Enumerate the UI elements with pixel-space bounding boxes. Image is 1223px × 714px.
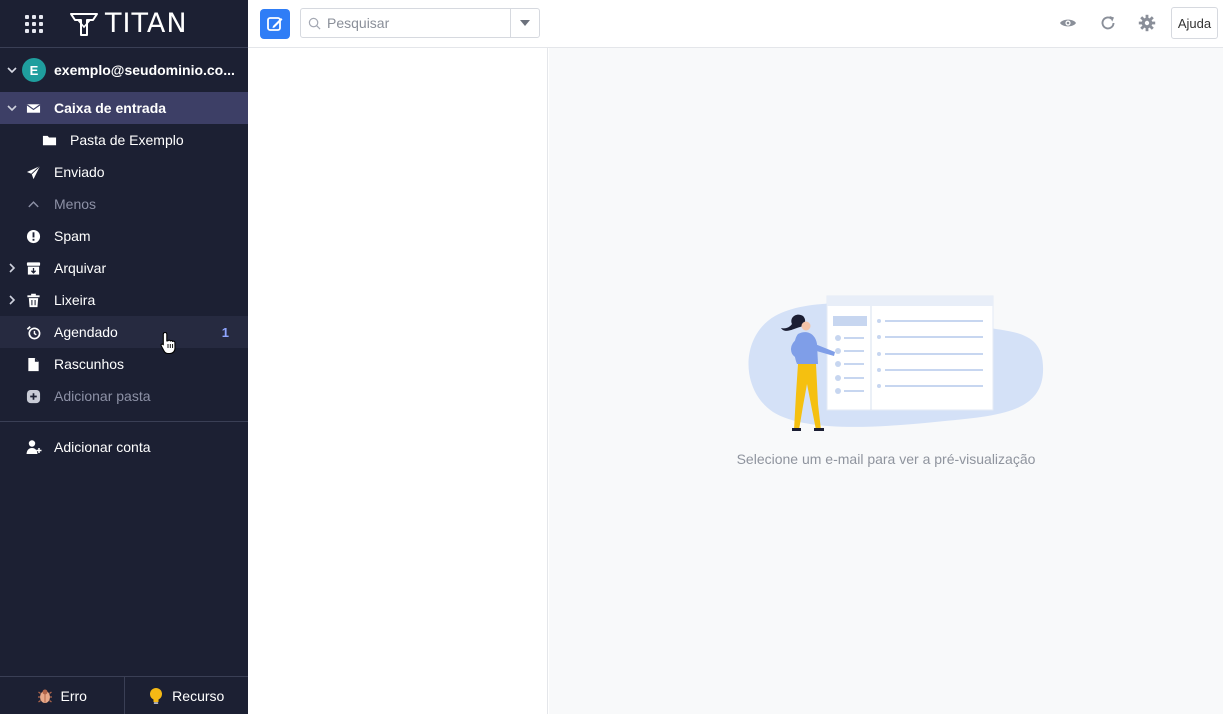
folder-label: Caixa de entrada [54, 100, 167, 116]
folder-drafts[interactable]: Rascunhos [0, 348, 248, 380]
sidebar-divider [0, 421, 248, 422]
avatar: E [22, 58, 46, 82]
titan-logo-icon [70, 12, 98, 36]
trash-icon [27, 293, 40, 308]
folder-trash[interactable]: Lixeira [0, 284, 248, 316]
add-folder-button[interactable]: Adicionar pasta [0, 380, 248, 412]
chevron-right-icon[interactable] [6, 262, 18, 274]
user-plus-icon [26, 440, 42, 454]
folder-sample[interactable]: Pasta de Exemplo [0, 124, 248, 156]
folder-label: Enviado [54, 164, 105, 180]
help-button[interactable]: Ajuda [1171, 7, 1218, 39]
folder-archive[interactable]: Arquivar [0, 252, 248, 284]
toolbar: Ajuda [248, 0, 1223, 48]
paper-plane-icon [26, 165, 41, 180]
search-input[interactable] [327, 9, 507, 37]
compose-icon [267, 17, 283, 31]
folder-label: Menos [54, 196, 97, 212]
folder-show-less[interactable]: Menos [0, 188, 248, 220]
chevron-right-icon[interactable] [6, 294, 18, 306]
chevron-down-icon[interactable] [6, 64, 18, 76]
bug-label: Erro [60, 687, 87, 704]
preview-pane: Selecione um e-mail para ver a pré-visua… [549, 48, 1223, 714]
folder-spam[interactable]: Spam [0, 220, 248, 252]
account-row[interactable]: E exemplo@seudominio.co... [0, 48, 248, 92]
brand-bar: TITAN [0, 0, 248, 48]
draft-icon [28, 357, 39, 372]
feature-label: Recurso [172, 687, 225, 704]
hand-pointer-icon [160, 331, 176, 355]
refresh-icon[interactable] [1099, 14, 1117, 32]
account-email: exemplo@seudominio.co... [54, 62, 235, 78]
brand-name: TITAN [105, 8, 188, 39]
plus-circle-icon [26, 389, 41, 404]
chevron-up-icon [28, 201, 39, 208]
folder-scheduled[interactable]: Agendado 1 [0, 316, 248, 348]
empty-preview-message: Selecione um e-mail para ver a pré-visua… [736, 451, 1036, 467]
folder-label: Agendado [54, 324, 118, 340]
alert-circle-icon [26, 229, 41, 244]
folder-label: Pasta de Exemplo [70, 132, 184, 148]
eye-icon[interactable] [1059, 14, 1077, 32]
alarm-clock-icon [26, 326, 41, 340]
add-account-label: Adicionar conta [54, 439, 151, 455]
add-account-button[interactable]: Adicionar conta [0, 431, 248, 463]
search-options-button[interactable] [510, 9, 539, 37]
report-bug-button[interactable]: Erro [0, 677, 124, 714]
folder-inbox[interactable]: Caixa de entrada [0, 92, 248, 124]
search-box [300, 8, 540, 38]
folder-label: Rascunhos [54, 356, 125, 372]
feature-request-button[interactable]: Recurso [123, 677, 249, 714]
empty-state-illustration [748, 295, 1044, 431]
envelope-icon [26, 104, 41, 113]
folder-label: Arquivar [54, 260, 107, 276]
gear-icon[interactable] [1138, 14, 1156, 32]
folder-sent[interactable]: Enviado [0, 156, 248, 188]
unread-count-badge: 1 [221, 324, 229, 340]
compose-button[interactable] [260, 9, 290, 39]
message-list-pane [248, 48, 548, 714]
archive-icon [26, 262, 41, 275]
bug-icon [37, 689, 52, 703]
folder-label: Adicionar pasta [54, 388, 151, 404]
folder-label: Spam [54, 228, 91, 244]
lightbulb-icon [150, 687, 163, 704]
chevron-down-icon[interactable] [6, 102, 18, 114]
sidebar-footer: Erro Recurso [0, 676, 248, 714]
titan-logo: TITAN [69, 8, 188, 39]
folder-icon [42, 135, 57, 146]
app-grid-icon[interactable] [25, 14, 43, 33]
search-icon [308, 17, 321, 30]
caret-down-icon [520, 20, 530, 26]
folder-label: Lixeira [54, 292, 96, 308]
sidebar: TITAN E exemplo@seudominio.co... Caixa d… [0, 0, 248, 714]
